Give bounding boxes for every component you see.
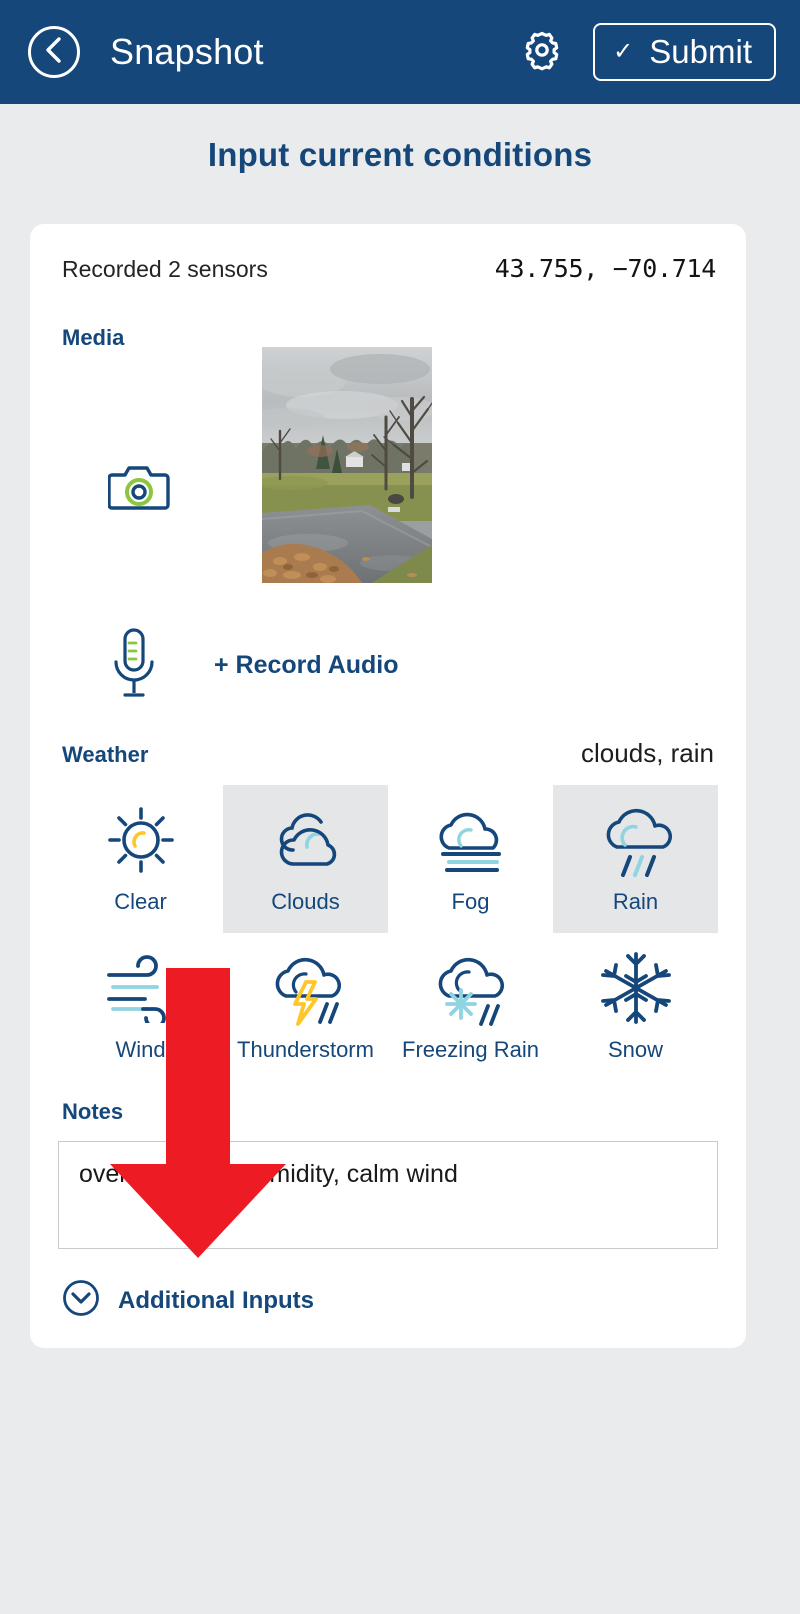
weather-option-clouds[interactable]: Clouds (223, 785, 388, 933)
photo-thumbnail[interactable] (262, 347, 432, 583)
weather-options-grid: Clear Clouds Fog Rain Wind Thunderstorm … (58, 785, 718, 1081)
recorded-sensors-text: Recorded 2 sensors (62, 256, 268, 282)
submit-button-label: Submit (649, 33, 752, 70)
sun-icon (102, 801, 180, 879)
weather-option-wind[interactable]: Wind (58, 933, 223, 1081)
weather-option-freezing-rain[interactable]: Freezing Rain (388, 933, 553, 1081)
page-title: Input current conditions (207, 136, 593, 173)
weather-section-label: Weather (62, 742, 149, 767)
coordinates-text: 43.755, −70.714 (494, 254, 717, 283)
gear-icon (520, 28, 564, 77)
camera-icon (107, 466, 170, 517)
weather-option-label: Clear (114, 889, 167, 914)
weather-option-label: Clouds (271, 889, 340, 914)
notes-input[interactable] (58, 1141, 718, 1249)
weather-summary: clouds, rain (581, 738, 714, 768)
weather-option-thunderstorm[interactable]: Thunderstorm (223, 933, 388, 1081)
weather-option-label: Snow (607, 1037, 664, 1062)
freezing-rain-icon (427, 949, 515, 1027)
app-bar: Snapshot ✓ Submit (0, 0, 800, 104)
notes-section: Notes (58, 1099, 718, 1249)
record-audio-label: + Record Audio (214, 651, 399, 679)
weather-option-rain[interactable]: Rain (553, 785, 718, 933)
weather-option-label: Wind (115, 1037, 166, 1062)
notes-section-label: Notes (62, 1099, 124, 1124)
weather-option-fog[interactable]: Fog (388, 785, 553, 933)
additional-inputs-toggle[interactable]: Additional Inputs (58, 1279, 718, 1322)
weather-option-label: Freezing Rain (402, 1037, 539, 1062)
thunderstorm-icon (262, 949, 350, 1027)
back-button[interactable] (28, 26, 80, 78)
microphone-icon (108, 627, 160, 704)
check-icon: ✓ (613, 38, 634, 65)
clouds-icon (263, 801, 349, 879)
media-body (58, 347, 718, 601)
record-audio-row[interactable]: + Record Audio (58, 627, 718, 704)
snapshot-card: Recorded 2 sensors 43.755, −70.714 Media (30, 224, 746, 1348)
weather-section: Weather clouds, rain Clear Clouds Fog Ra… (58, 738, 718, 1081)
snowflake-icon (596, 949, 676, 1027)
media-section: Media + Record Audio (58, 325, 718, 704)
camera-button[interactable] (107, 461, 170, 518)
additional-inputs-label: Additional Inputs (118, 1286, 314, 1314)
app-title: Snapshot (110, 31, 264, 72)
weather-option-label: Fog (451, 889, 490, 914)
fog-icon (427, 801, 515, 879)
wind-icon (99, 949, 183, 1027)
weather-option-clear[interactable]: Clear (58, 785, 223, 933)
weather-header: Weather clouds, rain (58, 738, 718, 769)
weather-option-snow[interactable]: Snow (553, 933, 718, 1081)
submit-button[interactable]: ✓ Submit (593, 23, 776, 81)
settings-button[interactable] (519, 29, 565, 75)
meta-row: Recorded 2 sensors 43.755, −70.714 (58, 254, 718, 283)
chevron-down-circle-icon (62, 1279, 100, 1322)
weather-option-label: Thunderstorm (237, 1037, 374, 1062)
weather-option-label: Rain (612, 889, 659, 914)
rain-icon (593, 801, 679, 879)
chevron-left-circle-icon (43, 35, 65, 70)
